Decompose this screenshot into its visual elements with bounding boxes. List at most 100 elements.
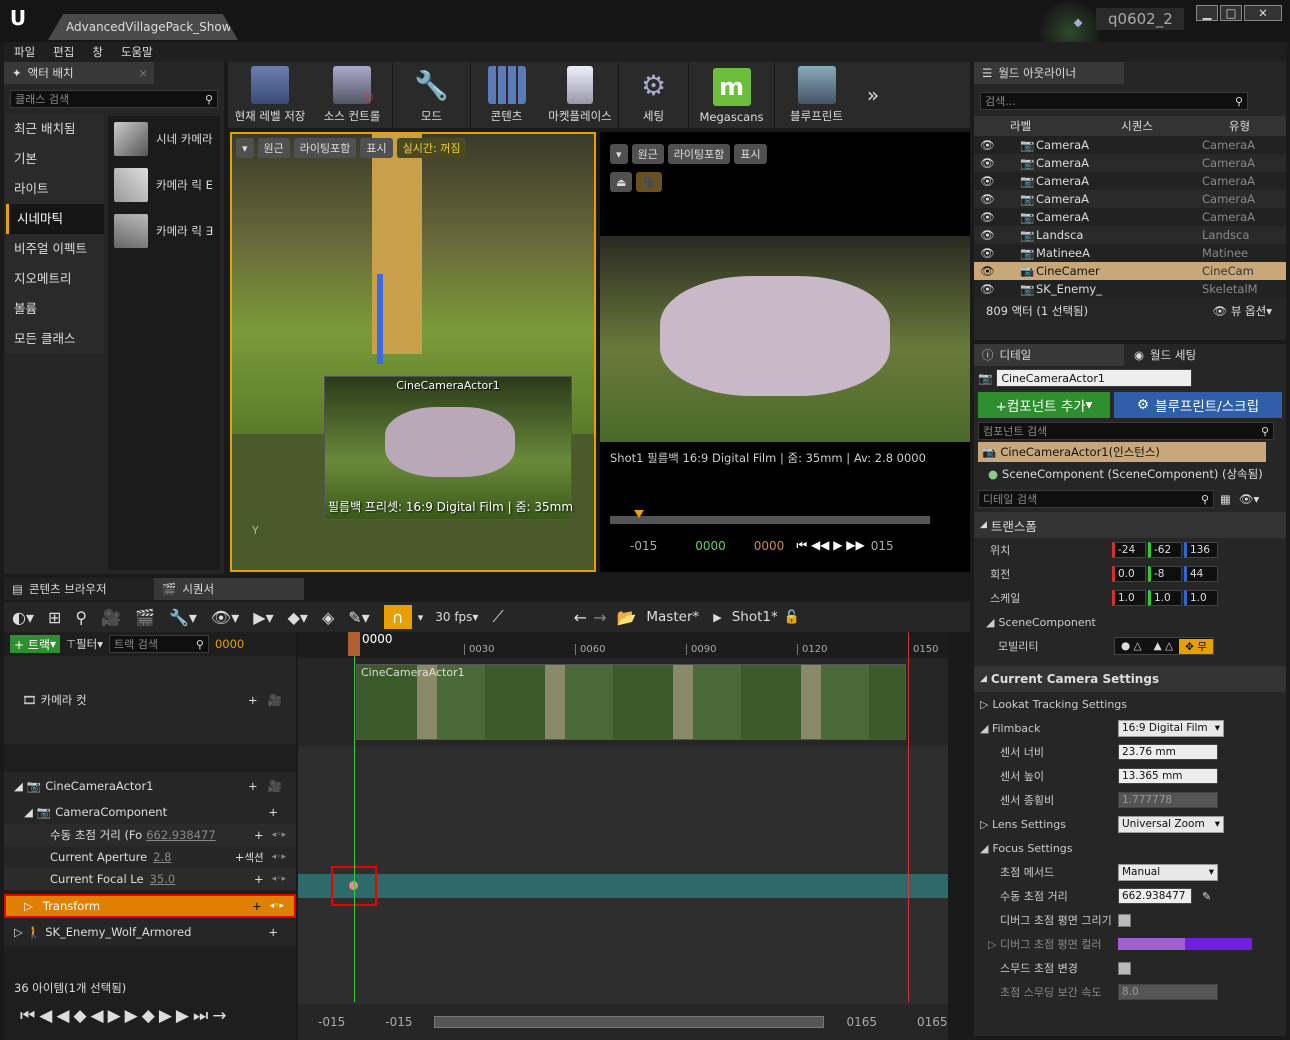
world-settings-tab[interactable]: ◉ 월드 세팅 [1124, 344, 1274, 366]
key-all-icon[interactable]: ◈ [322, 608, 334, 627]
lookat-row[interactable]: ▷ Lookat Tracking Settings [974, 692, 1286, 716]
add-icon[interactable]: + [248, 693, 258, 707]
track-search-input[interactable]: 트랙 검색 ⚲ [108, 635, 209, 653]
menu-help[interactable]: 도움말 [121, 44, 153, 60]
category-lights[interactable]: 라이트 [6, 174, 104, 204]
source-control-button[interactable]: ⦸ 소스 컨트롤 [312, 62, 392, 128]
place-item-camera-rig-rail[interactable]: 카메라 릭 E [108, 162, 220, 208]
scale-y[interactable]: 1.0 [1148, 590, 1182, 606]
sequencer-timeline[interactable]: 0030 0060 0090 0120 0150 CineCameraActor1 00… [298, 632, 948, 1040]
camera-icon[interactable]: 🎥 [268, 693, 282, 707]
outliner-row[interactable]: 👁 📷 CameraA CameraA [974, 136, 1286, 154]
folder-icon[interactable]: 📂 [616, 608, 636, 627]
add-component-button[interactable]: +컴포넌트 추가 ▾ [978, 392, 1110, 418]
scrubber-playhead[interactable] [634, 510, 644, 518]
document-tab[interactable]: AdvancedVillagePack_Show* [48, 14, 238, 40]
focus-row[interactable]: ◢ Focus Settings [974, 836, 1286, 860]
visibility-eye-icon[interactable]: 👁 [980, 210, 1020, 224]
manual-focus-field[interactable]: 662.938477 [1118, 888, 1192, 904]
place-actors-tab[interactable]: ✦ 액터 배치 × [4, 62, 154, 84]
add-section-icon[interactable]: +섹션 [235, 850, 264, 865]
visibility-eye-icon[interactable]: 👁 [980, 156, 1020, 170]
time-ruler[interactable]: 0030 0060 0090 0120 0150 [298, 632, 948, 658]
add-icon[interactable]: + [248, 779, 258, 793]
pilot-icon[interactable]: 🎥 [636, 172, 663, 192]
render-icon[interactable]: 🎬 [135, 608, 155, 627]
blueprint-script-button[interactable]: ⚙ 블루프린트/스크립 [1114, 392, 1282, 418]
detail-search-input[interactable]: 디테일 검색 ⚲ [978, 490, 1214, 508]
visibility-eye-icon[interactable]: 👁 [980, 246, 1020, 260]
location-x[interactable]: -24 [1112, 542, 1146, 558]
transform-track[interactable]: ▷ Transform + ◂◦▸ [4, 894, 296, 918]
key-nav-icon[interactable]: ◂◦▸ [270, 901, 284, 911]
wolf-track[interactable]: ▷ 🚶 SK_Enemy_Wolf_Armored + [4, 918, 296, 946]
lit-button[interactable]: 라이팅포함 [293, 138, 357, 158]
category-all-classes[interactable]: 모든 클래스 [6, 324, 104, 354]
key-nav-icon[interactable]: ◂◦▸ [272, 852, 286, 862]
marketplace-button[interactable]: 마켓플레이스 [542, 62, 618, 128]
scale-x[interactable]: 1.0 [1112, 590, 1146, 606]
curve-editor-icon[interactable]: ⟋ [492, 607, 503, 627]
col-label[interactable]: 라벨 [1010, 118, 1031, 134]
sensor-width-field[interactable]: 23.76 mm [1118, 744, 1218, 760]
transform-header[interactable]: ◢ 트랜스폼 [974, 512, 1286, 538]
world-icon[interactable]: ◐▾ [12, 608, 34, 627]
camera-clip[interactable]: CineCameraActor1 [356, 664, 906, 740]
category-volumes[interactable]: 볼륨 [6, 294, 104, 324]
forward-icon[interactable]: → [593, 608, 606, 627]
category-recent[interactable]: 최근 배치됨 [6, 114, 104, 144]
world-outliner-tab[interactable]: ☰ 월드 아웃라이너 [974, 62, 1124, 84]
add-track-button[interactable]: + 트랙 ▾ [10, 635, 60, 653]
transport-controls[interactable]: ⏮ ◀◀ ▶ ▶▶ [796, 538, 864, 553]
find-icon[interactable]: ⚲ [75, 608, 87, 627]
camera-settings-header[interactable]: ◢ Current Camera Settings [974, 666, 1286, 692]
realtime-off-badge[interactable]: 실시간: 꺼짐 [396, 138, 467, 158]
timeline-scrollbar[interactable] [434, 1016, 825, 1028]
eject-icon[interactable]: ⏏ [610, 172, 633, 192]
visibility-eye-icon[interactable]: 👁 [980, 264, 1020, 278]
outliner-row[interactable]: 👁 📷 CameraA CameraA [974, 208, 1286, 226]
location-y[interactable]: -62 [1148, 542, 1182, 558]
outliner-search-input[interactable]: 검색... ⚲ [980, 92, 1248, 110]
component-search-input[interactable]: 컴포넌트 검색 ⚲ [978, 422, 1274, 440]
visibility-icon[interactable]: 👁▾ [211, 608, 239, 627]
add-icon[interactable]: + [254, 828, 264, 842]
viewport-options-button[interactable]: ▾ [610, 144, 628, 164]
content-button[interactable]: 콘텐츠 [470, 62, 542, 128]
toolbar-expand-icon[interactable]: » [858, 62, 888, 128]
debug-color-swatch[interactable] [1118, 938, 1252, 950]
rotation-y[interactable]: -8 [1148, 566, 1182, 582]
eye-icon[interactable]: 👁▾ [1239, 492, 1259, 506]
view-options-button[interactable]: 👁 뷰 옵션▾ [1213, 303, 1272, 319]
mobility-movable[interactable]: ✥ 무 [1179, 638, 1213, 654]
add-icon[interactable]: + [252, 899, 262, 913]
component-root-row[interactable]: 📷 CineCameraActor1(인스턴스) [978, 442, 1266, 462]
pencil-icon[interactable]: ✎▾ [348, 608, 369, 627]
filmback-select[interactable]: 16:9 Digital Film ▾ [1118, 719, 1224, 737]
megascans-button[interactable]: m Megascans [688, 62, 774, 128]
outliner-row[interactable]: 👁 📷 MatineeA Matinee [974, 244, 1286, 262]
back-icon[interactable]: ← [574, 608, 587, 627]
add-actor-icon[interactable]: ⊞ [48, 608, 61, 627]
outliner-row[interactable]: 👁 📷 CineCamer CineCam [974, 262, 1286, 280]
viewport-left[interactable]: ▾ 원근 라이팅포함 표시 실시간: 꺼짐 CineCameraActor1 필… [230, 132, 596, 572]
content-browser-tab[interactable]: ▤ 콘텐츠 브라우저 [4, 578, 154, 600]
lens-select[interactable]: Universal Zoom ▾ [1118, 815, 1224, 833]
scale-z[interactable]: 1.0 [1184, 590, 1218, 606]
lit-button[interactable]: 라이팅포함 [667, 144, 731, 164]
smooth-focus-checkbox[interactable] [1118, 961, 1131, 975]
grid-view-icon[interactable]: ▦ [1220, 492, 1231, 506]
location-z[interactable]: 136 [1184, 542, 1218, 558]
component-track[interactable]: ◢ 📷 CameraComponent + [4, 800, 296, 824]
show-button[interactable]: 표시 [734, 144, 767, 164]
lock-icon[interactable]: 🔓 [784, 610, 800, 625]
aperture-track[interactable]: Current Aperture 2.8 +섹션 ◂◦▸ [4, 846, 296, 868]
settings-button[interactable]: ⚙ 세팅 [618, 62, 688, 128]
sequencer-tab[interactable]: 🎬 시퀀서 [154, 578, 304, 600]
breadcrumb-shot[interactable]: Shot1* [732, 609, 778, 625]
menu-file[interactable]: 파일 [14, 44, 35, 60]
play-icon[interactable]: ▶▾ [253, 608, 273, 627]
snap-magnet-icon[interactable]: ∩ [383, 605, 412, 629]
lens-label-wrap[interactable]: ▷ Lens Settings [980, 818, 1118, 831]
key-icon[interactable]: ◆▾ [288, 608, 308, 627]
